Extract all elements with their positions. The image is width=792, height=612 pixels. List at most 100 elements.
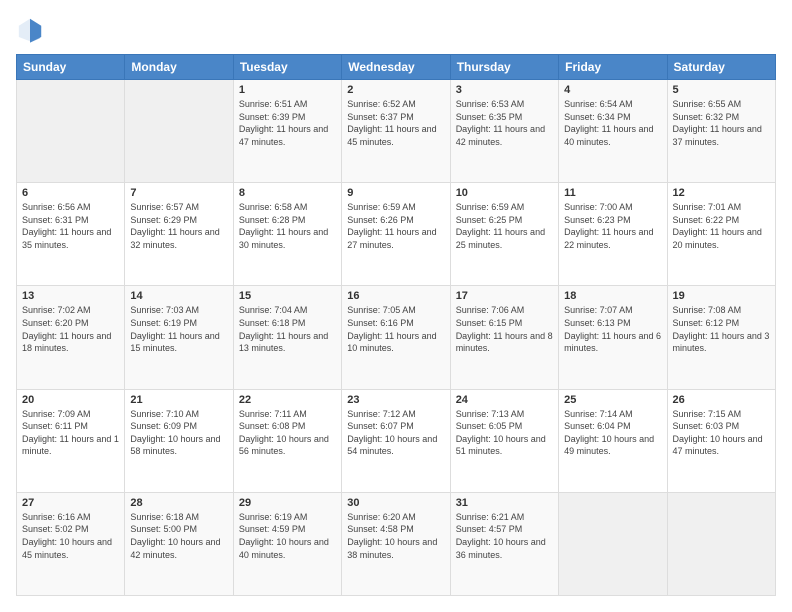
calendar-header: SundayMondayTuesdayWednesdayThursdayFrid… xyxy=(17,55,776,80)
week-row-2: 13 Sunrise: 7:02 AMSunset: 6:20 PMDayligh… xyxy=(17,286,776,389)
day-number: 13 xyxy=(22,290,119,302)
day-info: Sunrise: 7:03 AMSunset: 6:19 PMDaylight:… xyxy=(130,304,227,354)
day-info: Sunrise: 7:02 AMSunset: 6:20 PMDaylight:… xyxy=(22,304,119,354)
day-info: Sunrise: 6:56 AMSunset: 6:31 PMDaylight:… xyxy=(22,201,119,251)
day-info: Sunrise: 7:14 AMSunset: 6:04 PMDaylight:… xyxy=(564,408,661,458)
day-cell: 9 Sunrise: 6:59 AMSunset: 6:26 PMDaylight… xyxy=(342,183,450,286)
day-cell: 26 Sunrise: 7:15 AMSunset: 6:03 PMDayligh… xyxy=(667,389,775,492)
day-cell: 11 Sunrise: 7:00 AMSunset: 6:23 PMDayligh… xyxy=(559,183,667,286)
day-number: 9 xyxy=(347,187,444,199)
week-row-3: 20 Sunrise: 7:09 AMSunset: 6:11 PMDayligh… xyxy=(17,389,776,492)
day-info: Sunrise: 6:59 AMSunset: 6:26 PMDaylight:… xyxy=(347,201,444,251)
day-cell: 21 Sunrise: 7:10 AMSunset: 6:09 PMDayligh… xyxy=(125,389,233,492)
day-info: Sunrise: 7:11 AMSunset: 6:08 PMDaylight:… xyxy=(239,408,336,458)
day-number: 22 xyxy=(239,394,336,406)
day-number: 20 xyxy=(22,394,119,406)
day-cell: 16Sunrise: 7:05 AMSunset: 6:16 PMDayligh… xyxy=(342,286,450,389)
day-info: Sunrise: 6:55 AMSunset: 6:32 PMDaylight:… xyxy=(673,98,770,148)
day-info: Sunrise: 7:15 AMSunset: 6:03 PMDaylight:… xyxy=(673,408,770,458)
day-info: Sunrise: 7:09 AMSunset: 6:11 PMDaylight:… xyxy=(22,408,119,458)
day-info: Sunrise: 7:00 AMSunset: 6:23 PMDaylight:… xyxy=(564,201,661,251)
day-number: 12 xyxy=(673,187,770,199)
header-cell-wednesday: Wednesday xyxy=(342,55,450,80)
day-cell: 15Sunrise: 7:04 AMSunset: 6:18 PMDayligh… xyxy=(233,286,341,389)
day-number: 23 xyxy=(347,394,444,406)
day-cell: 28Sunrise: 6:18 AMSunset: 5:00 PMDayligh… xyxy=(125,492,233,595)
page: SundayMondayTuesdayWednesdayThursdayFrid… xyxy=(0,0,792,612)
day-info: Sunrise: 6:20 AMSunset: 4:58 PMDaylight:… xyxy=(347,511,444,561)
day-info: Sunrise: 6:19 AMSunset: 4:59 PMDaylight:… xyxy=(239,511,336,561)
header-cell-thursday: Thursday xyxy=(450,55,558,80)
day-info: Sunrise: 7:08 AMSunset: 6:12 PMDaylight:… xyxy=(673,304,770,354)
day-cell: 7 Sunrise: 6:57 AMSunset: 6:29 PMDaylight… xyxy=(125,183,233,286)
day-number: 27 xyxy=(22,497,119,509)
day-info: Sunrise: 6:16 AMSunset: 5:02 PMDaylight:… xyxy=(22,511,119,561)
day-cell: 24Sunrise: 7:13 AMSunset: 6:05 PMDayligh… xyxy=(450,389,558,492)
day-number: 10 xyxy=(456,187,553,199)
day-cell xyxy=(17,80,125,183)
day-cell: 2 Sunrise: 6:52 AMSunset: 6:37 PMDaylight… xyxy=(342,80,450,183)
logo xyxy=(16,16,48,44)
day-info: Sunrise: 6:18 AMSunset: 5:00 PMDaylight:… xyxy=(130,511,227,561)
header-cell-sunday: Sunday xyxy=(17,55,125,80)
day-info: Sunrise: 6:54 AMSunset: 6:34 PMDaylight:… xyxy=(564,98,661,148)
day-number: 6 xyxy=(22,187,119,199)
day-number: 14 xyxy=(130,290,227,302)
day-cell: 31Sunrise: 6:21 AMSunset: 4:57 PMDayligh… xyxy=(450,492,558,595)
day-info: Sunrise: 6:53 AMSunset: 6:35 PMDaylight:… xyxy=(456,98,553,148)
week-row-0: 1 Sunrise: 6:51 AMSunset: 6:39 PMDaylight… xyxy=(17,80,776,183)
day-number: 17 xyxy=(456,290,553,302)
day-cell: 5 Sunrise: 6:55 AMSunset: 6:32 PMDaylight… xyxy=(667,80,775,183)
day-cell: 17 Sunrise: 7:06 AMSunset: 6:15 PMDayligh… xyxy=(450,286,558,389)
day-number: 18 xyxy=(564,290,661,302)
header xyxy=(16,16,776,44)
day-info: Sunrise: 6:58 AMSunset: 6:28 PMDaylight:… xyxy=(239,201,336,251)
calendar: SundayMondayTuesdayWednesdayThursdayFrid… xyxy=(16,54,776,596)
day-cell: 23 Sunrise: 7:12 AMSunset: 6:07 PMDayligh… xyxy=(342,389,450,492)
day-number: 25 xyxy=(564,394,661,406)
day-info: Sunrise: 7:06 AMSunset: 6:15 PMDaylight:… xyxy=(456,304,553,354)
day-number: 26 xyxy=(673,394,770,406)
header-cell-friday: Friday xyxy=(559,55,667,80)
day-cell: 3 Sunrise: 6:53 AMSunset: 6:35 PMDaylight… xyxy=(450,80,558,183)
logo-icon xyxy=(16,16,44,44)
day-number: 4 xyxy=(564,84,661,96)
day-number: 30 xyxy=(347,497,444,509)
header-cell-tuesday: Tuesday xyxy=(233,55,341,80)
day-number: 3 xyxy=(456,84,553,96)
day-cell: 4 Sunrise: 6:54 AMSunset: 6:34 PMDaylight… xyxy=(559,80,667,183)
day-cell xyxy=(667,492,775,595)
day-number: 2 xyxy=(347,84,444,96)
day-info: Sunrise: 6:51 AMSunset: 6:39 PMDaylight:… xyxy=(239,98,336,148)
day-cell: 1 Sunrise: 6:51 AMSunset: 6:39 PMDaylight… xyxy=(233,80,341,183)
day-number: 19 xyxy=(673,290,770,302)
day-info: Sunrise: 7:07 AMSunset: 6:13 PMDaylight:… xyxy=(564,304,661,354)
week-row-1: 6 Sunrise: 6:56 AMSunset: 6:31 PMDaylight… xyxy=(17,183,776,286)
day-cell: 20 Sunrise: 7:09 AMSunset: 6:11 PMDayligh… xyxy=(17,389,125,492)
day-info: Sunrise: 7:01 AMSunset: 6:22 PMDaylight:… xyxy=(673,201,770,251)
day-number: 1 xyxy=(239,84,336,96)
day-cell: 22 Sunrise: 7:11 AMSunset: 6:08 PMDayligh… xyxy=(233,389,341,492)
header-cell-monday: Monday xyxy=(125,55,233,80)
day-info: Sunrise: 7:12 AMSunset: 6:07 PMDaylight:… xyxy=(347,408,444,458)
header-cell-saturday: Saturday xyxy=(667,55,775,80)
day-cell: 13 Sunrise: 7:02 AMSunset: 6:20 PMDayligh… xyxy=(17,286,125,389)
day-info: Sunrise: 6:52 AMSunset: 6:37 PMDaylight:… xyxy=(347,98,444,148)
day-cell: 12 Sunrise: 7:01 AMSunset: 6:22 PMDayligh… xyxy=(667,183,775,286)
day-number: 5 xyxy=(673,84,770,96)
day-info: Sunrise: 7:04 AMSunset: 6:18 PMDaylight:… xyxy=(239,304,336,354)
day-cell: 30 Sunrise: 6:20 AMSunset: 4:58 PMDayligh… xyxy=(342,492,450,595)
day-number: 11 xyxy=(564,187,661,199)
day-info: Sunrise: 6:57 AMSunset: 6:29 PMDaylight:… xyxy=(130,201,227,251)
day-cell: 10Sunrise: 6:59 AMSunset: 6:25 PMDayligh… xyxy=(450,183,558,286)
day-info: Sunrise: 7:10 AMSunset: 6:09 PMDaylight:… xyxy=(130,408,227,458)
day-number: 7 xyxy=(130,187,227,199)
day-number: 21 xyxy=(130,394,227,406)
day-cell: 19 Sunrise: 7:08 AMSunset: 6:12 PMDayligh… xyxy=(667,286,775,389)
day-cell: 18 Sunrise: 7:07 AMSunset: 6:13 PMDayligh… xyxy=(559,286,667,389)
day-info: Sunrise: 7:13 AMSunset: 6:05 PMDaylight:… xyxy=(456,408,553,458)
day-info: Sunrise: 7:05 AMSunset: 6:16 PMDaylight:… xyxy=(347,304,444,354)
day-cell: 6 Sunrise: 6:56 AMSunset: 6:31 PMDaylight… xyxy=(17,183,125,286)
day-cell xyxy=(125,80,233,183)
calendar-body: 1 Sunrise: 6:51 AMSunset: 6:39 PMDaylight… xyxy=(17,80,776,596)
